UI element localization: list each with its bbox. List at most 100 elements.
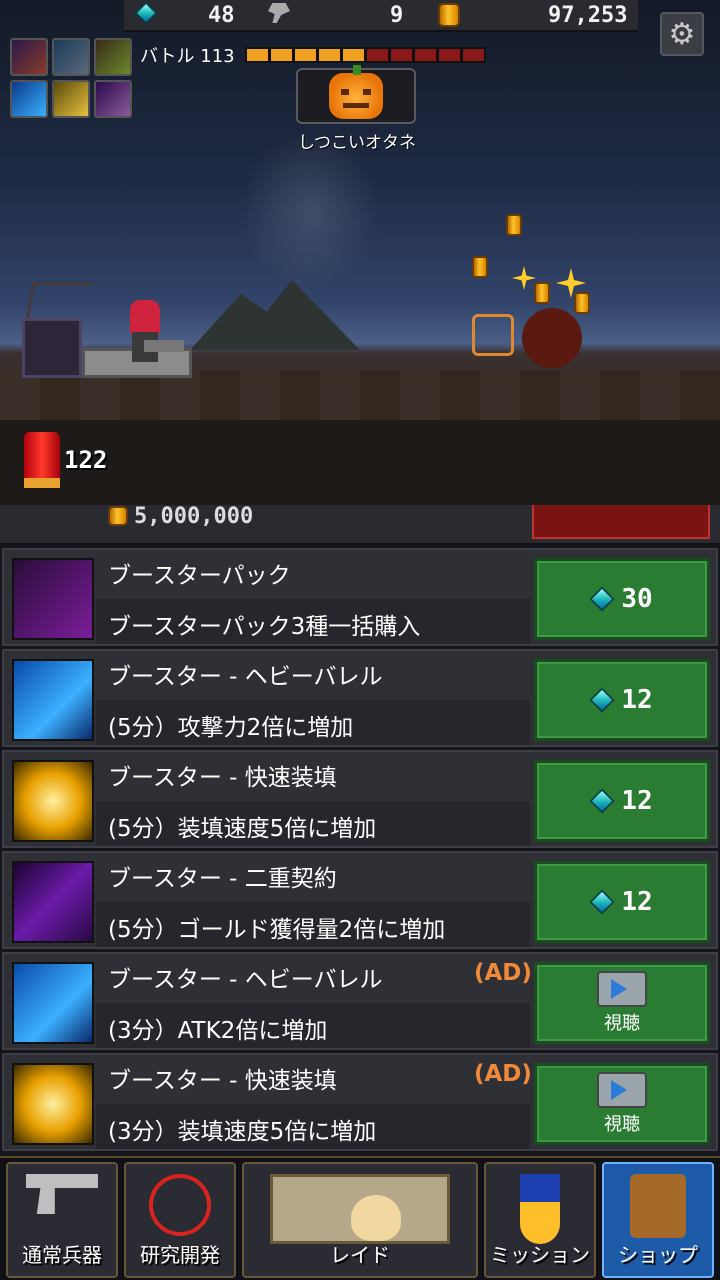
gem-icon bbox=[589, 788, 615, 814]
nav-research[interactable]: 研究開発 bbox=[124, 1162, 236, 1278]
battle-label: バトル 113 bbox=[140, 46, 235, 67]
bottom-nav: 通常兵器 研究開発 レイド ミッション ショップ bbox=[0, 1156, 720, 1280]
medal-icon bbox=[520, 1174, 560, 1244]
skill-icon[interactable] bbox=[94, 38, 132, 76]
item-description: (3分）装填速度5倍に増加 bbox=[108, 1119, 377, 1145]
settings-button[interactable]: ⚙ bbox=[660, 12, 704, 56]
buy-button[interactable]: 12 bbox=[534, 659, 710, 741]
hp-segment bbox=[294, 49, 316, 61]
pistol-icon bbox=[26, 1174, 98, 1214]
parts-icon bbox=[268, 3, 290, 23]
falling-coin[interactable] bbox=[574, 292, 590, 314]
watch-ad-button[interactable]: 視聴 bbox=[534, 962, 710, 1044]
skull-icon bbox=[351, 1195, 401, 1241]
item-description: ブースターパック3種一括購入 bbox=[108, 614, 421, 640]
buy-button[interactable]: 30 bbox=[534, 558, 710, 640]
item-title: ブースターパック bbox=[108, 563, 291, 589]
target-reticle bbox=[472, 314, 514, 356]
boss-portrait bbox=[296, 65, 416, 124]
mountain bbox=[190, 280, 360, 350]
hp-segment bbox=[414, 49, 436, 61]
buy-button[interactable]: 12 bbox=[534, 861, 710, 943]
enemy[interactable] bbox=[522, 308, 582, 368]
falling-coin[interactable] bbox=[472, 256, 488, 278]
nav-mission[interactable]: ミッション bbox=[484, 1162, 596, 1278]
crosshair-icon bbox=[149, 1174, 211, 1236]
shop-item: ブースター - 快速装填 (AD) (3分）装填速度5倍に増加 視聴 bbox=[2, 1053, 718, 1151]
double-contract-skill-icon[interactable] bbox=[94, 80, 132, 118]
hp-segment bbox=[270, 49, 292, 61]
currency-bar: 48 9 97,253 bbox=[124, 0, 638, 32]
item-title: ブースター - 快速装填 bbox=[108, 1068, 337, 1094]
gem-icon bbox=[134, 1, 158, 25]
nav-shop[interactable]: ショップ bbox=[602, 1162, 714, 1278]
skill-icon[interactable] bbox=[52, 38, 90, 76]
active-skills bbox=[10, 38, 132, 118]
booster-pack-icon bbox=[12, 558, 94, 640]
gem-icon bbox=[589, 889, 615, 915]
shop-item-partial: 5,000,000 bbox=[0, 504, 720, 545]
gem-count: 48 bbox=[208, 3, 235, 28]
item-price: 12 bbox=[621, 887, 653, 917]
nav-weapons[interactable]: 通常兵器 bbox=[6, 1162, 118, 1278]
ammo-counter: 122 bbox=[24, 432, 107, 488]
shopping-bag-icon bbox=[630, 1174, 686, 1238]
item-description: (5分）装填速度5倍に増加 bbox=[108, 816, 377, 842]
item-title: ブースター - ヘビーバレル bbox=[108, 967, 383, 993]
falling-coin[interactable] bbox=[534, 282, 550, 304]
nav-label: レイド bbox=[330, 1243, 390, 1267]
watch-ad-button[interactable]: 視聴 bbox=[534, 1063, 710, 1145]
gem-icon bbox=[589, 687, 615, 713]
gold-coin-icon bbox=[108, 506, 128, 526]
nav-label: ショップ bbox=[618, 1243, 698, 1267]
hp-segment bbox=[462, 49, 484, 61]
shop-item: ブースター - 快速装填 (5分）装填速度5倍に増加 12 bbox=[2, 750, 718, 848]
watch-label: 視聴 bbox=[604, 1013, 640, 1034]
falling-coin[interactable] bbox=[506, 214, 522, 236]
watch-label: 視聴 bbox=[604, 1114, 640, 1135]
item-price: 12 bbox=[621, 786, 653, 816]
shop-item: ブースター - 二重契約 (5分）ゴールド獲得量2倍に増加 12 bbox=[2, 851, 718, 949]
item-price: 30 bbox=[621, 584, 653, 614]
heavy-barrel-skill-icon[interactable] bbox=[10, 80, 48, 118]
fast-reload-skill-icon[interactable] bbox=[52, 80, 90, 118]
ground-foreground bbox=[0, 420, 720, 505]
ad-label: (AD) bbox=[474, 960, 532, 986]
gold-count: 97,253 bbox=[548, 3, 628, 28]
hp-segment bbox=[342, 49, 364, 61]
buy-button[interactable] bbox=[532, 505, 710, 539]
nav-label: ミッション bbox=[490, 1243, 590, 1267]
smoke-cloud bbox=[240, 130, 380, 290]
hp-segment bbox=[438, 49, 460, 61]
shop-item: ブースターパック ブースターパック3種一括購入 30 bbox=[2, 548, 718, 646]
hp-segment bbox=[390, 49, 412, 61]
player-character bbox=[124, 300, 184, 370]
shotgun-shell-icon bbox=[24, 432, 60, 488]
shop-item: ブースター - ヘビーバレル (AD) (3分）ATK2倍に増加 視聴 bbox=[2, 952, 718, 1050]
fast-reload-icon bbox=[12, 1063, 94, 1145]
hp-segment bbox=[318, 49, 340, 61]
nav-raid[interactable]: レイド bbox=[242, 1162, 478, 1278]
pumpkin-boss-icon bbox=[329, 65, 383, 119]
nav-label: 通常兵器 bbox=[22, 1243, 102, 1267]
video-camera-icon bbox=[597, 1072, 647, 1108]
ammo-count: 122 bbox=[64, 446, 108, 474]
shop-item: ブースター - ヘビーバレル (5分）攻撃力2倍に増加 12 bbox=[2, 649, 718, 747]
hit-spark bbox=[512, 266, 536, 290]
gear-icon: ⚙ bbox=[668, 16, 696, 52]
item-description: (3分）ATK2倍に増加 bbox=[108, 1018, 328, 1044]
hp-segment bbox=[246, 49, 268, 61]
ad-label: (AD) bbox=[474, 1061, 532, 1087]
fast-reload-icon bbox=[12, 760, 94, 842]
battle-progress: バトル 113 bbox=[140, 42, 486, 68]
item-price: 12 bbox=[621, 685, 653, 715]
skill-icon[interactable] bbox=[10, 38, 48, 76]
heavy-barrel-icon bbox=[12, 962, 94, 1044]
item-description: (5分）ゴールド獲得量2倍に増加 bbox=[108, 917, 446, 943]
buy-button[interactable]: 12 bbox=[534, 760, 710, 842]
parts-count: 9 bbox=[390, 3, 404, 28]
boss-hp-bar bbox=[244, 47, 486, 63]
gold-coin-icon bbox=[438, 3, 460, 27]
boss-name: しつこいオタネ bbox=[298, 133, 416, 153]
treasure-map-icon bbox=[270, 1174, 450, 1244]
